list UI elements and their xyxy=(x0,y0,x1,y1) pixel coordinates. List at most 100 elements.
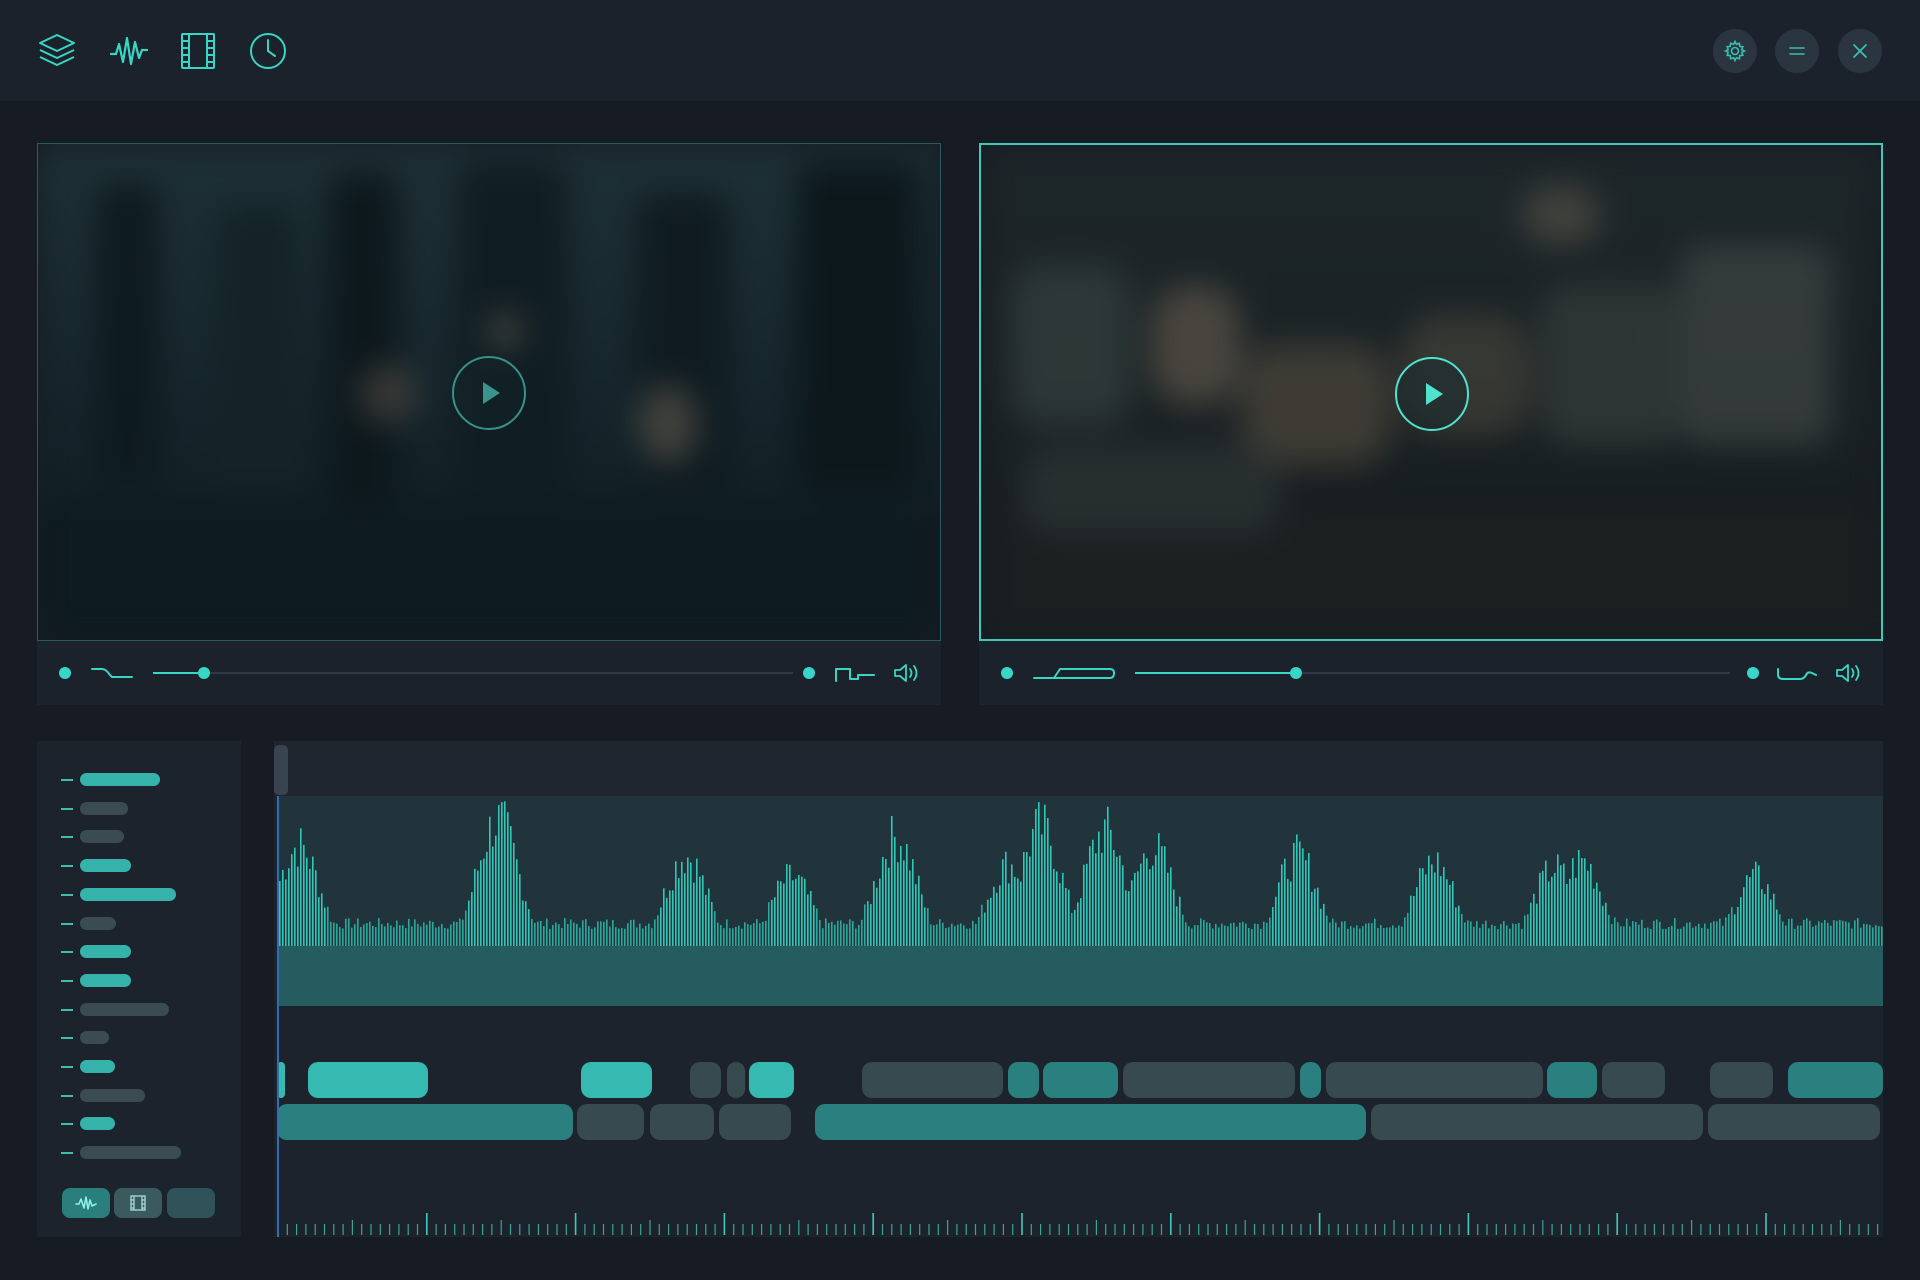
curve-tool-icon[interactable] xyxy=(90,657,134,689)
speaker-icon[interactable] xyxy=(892,657,922,689)
layer-row[interactable] xyxy=(61,1060,241,1073)
preview-viewer-right[interactable] xyxy=(979,143,1883,641)
waveform-sample xyxy=(888,867,890,946)
timeline-clip[interactable] xyxy=(1710,1062,1773,1098)
waveform-sample xyxy=(1077,902,1079,946)
timeline-drag-handle[interactable] xyxy=(274,745,288,795)
timeline-clip[interactable] xyxy=(1043,1062,1118,1098)
layer-bar[interactable] xyxy=(80,1031,109,1045)
timeline-clip[interactable] xyxy=(749,1062,794,1098)
layer-bar[interactable] xyxy=(80,801,128,815)
layer-bar[interactable] xyxy=(80,973,131,987)
timeline-clip[interactable] xyxy=(1008,1062,1039,1098)
layers-icon[interactable] xyxy=(36,30,78,72)
settings-button[interactable] xyxy=(1713,29,1757,73)
timeline-clip[interactable] xyxy=(1326,1062,1543,1098)
video-clip-track[interactable] xyxy=(277,1062,1883,1100)
timeline-clip[interactable] xyxy=(277,1104,573,1140)
waveform-sample xyxy=(1398,925,1400,946)
waveform-sample xyxy=(1461,913,1463,946)
timeline-clip[interactable] xyxy=(727,1062,745,1098)
waveform-sample xyxy=(1563,863,1565,946)
timeline-clip[interactable] xyxy=(1788,1062,1883,1098)
timeline-clip[interactable] xyxy=(1602,1062,1665,1098)
layer-row[interactable] xyxy=(61,1117,241,1131)
layer-row[interactable] xyxy=(61,1146,241,1160)
film-mode-button[interactable] xyxy=(114,1188,162,1218)
preview-viewer-left[interactable] xyxy=(37,143,941,641)
timeline-clip[interactable] xyxy=(1371,1104,1703,1140)
clock-icon[interactable] xyxy=(247,30,289,72)
layer-row[interactable] xyxy=(61,1031,241,1045)
layer-bar[interactable] xyxy=(80,1060,115,1073)
waveform-mode-button[interactable] xyxy=(62,1188,110,1218)
layer-bar[interactable] xyxy=(80,945,131,959)
waveform-sample xyxy=(951,923,953,946)
speaker-icon[interactable] xyxy=(1834,657,1864,689)
layer-row[interactable] xyxy=(61,801,241,815)
waveform-icon[interactable] xyxy=(108,30,150,72)
extra-mode-button[interactable] xyxy=(167,1188,215,1218)
layer-bar[interactable] xyxy=(80,1146,181,1160)
ramp-tool-icon[interactable] xyxy=(1032,657,1118,689)
scrub-handle[interactable] xyxy=(1290,667,1302,679)
scrub-track-left[interactable] xyxy=(153,667,793,679)
layer-row[interactable] xyxy=(61,1088,241,1102)
layer-bar[interactable] xyxy=(80,916,116,930)
timeline-clip[interactable] xyxy=(1547,1062,1597,1098)
waveform-sample xyxy=(1674,918,1676,946)
close-button[interactable] xyxy=(1838,29,1882,73)
waveform-sample xyxy=(927,908,929,946)
layer-list-panel xyxy=(37,741,241,1237)
waveform-sample xyxy=(1638,924,1640,946)
waveform-sample xyxy=(1026,852,1028,946)
minimize-button[interactable] xyxy=(1775,29,1819,73)
playhead[interactable] xyxy=(277,796,279,1237)
ease-tool-icon[interactable] xyxy=(1776,657,1818,689)
step-tool-icon[interactable] xyxy=(834,657,876,689)
timeline-clip[interactable] xyxy=(1708,1104,1880,1140)
layer-row[interactable] xyxy=(61,773,241,786)
layer-row[interactable] xyxy=(61,973,241,987)
layer-row[interactable] xyxy=(61,945,241,959)
timeline-clip[interactable] xyxy=(719,1104,791,1140)
play-button-left[interactable] xyxy=(452,356,526,430)
layer-row[interactable] xyxy=(61,916,241,930)
layer-bar[interactable] xyxy=(80,1117,115,1131)
timeline-clip[interactable] xyxy=(690,1062,721,1098)
film-icon[interactable] xyxy=(177,30,219,72)
layer-bar[interactable] xyxy=(80,1002,169,1016)
waveform-sample xyxy=(1263,921,1265,946)
timeline-clip[interactable] xyxy=(1300,1062,1321,1098)
timeline-clip[interactable] xyxy=(581,1062,652,1098)
audio-clip-track[interactable] xyxy=(277,1104,1883,1142)
waveform-sample xyxy=(1410,895,1412,946)
waveform-sample xyxy=(1872,927,1874,946)
layer-bar[interactable] xyxy=(80,887,176,901)
layer-row[interactable] xyxy=(61,1002,241,1016)
timeline-clip[interactable] xyxy=(1123,1062,1295,1098)
layer-bar[interactable] xyxy=(80,773,160,786)
waveform-sample xyxy=(1536,903,1538,946)
play-button-right[interactable] xyxy=(1395,357,1469,431)
timeline-clip[interactable] xyxy=(862,1062,1003,1098)
layer-row[interactable] xyxy=(61,830,241,844)
timeline-clip[interactable] xyxy=(577,1104,644,1140)
time-ruler[interactable] xyxy=(274,1201,1883,1237)
audio-waveform-track[interactable] xyxy=(277,796,1883,946)
waveform-sample xyxy=(750,924,752,946)
scrub-track-right[interactable] xyxy=(1135,667,1730,679)
waveform-sample xyxy=(456,921,458,946)
layer-row[interactable] xyxy=(61,887,241,901)
waveform-sample xyxy=(1197,925,1199,946)
layer-bar[interactable] xyxy=(80,830,124,844)
layer-bar[interactable] xyxy=(80,1088,145,1102)
timeline-clip[interactable] xyxy=(650,1104,714,1140)
scrub-handle[interactable] xyxy=(198,667,210,679)
layer-bar[interactable] xyxy=(80,859,131,873)
timeline-clip[interactable] xyxy=(815,1104,1366,1140)
waveform-sample xyxy=(960,923,962,946)
timeline-clip[interactable] xyxy=(308,1062,428,1098)
layer-row[interactable] xyxy=(61,859,241,873)
waveform-sample xyxy=(864,904,866,946)
